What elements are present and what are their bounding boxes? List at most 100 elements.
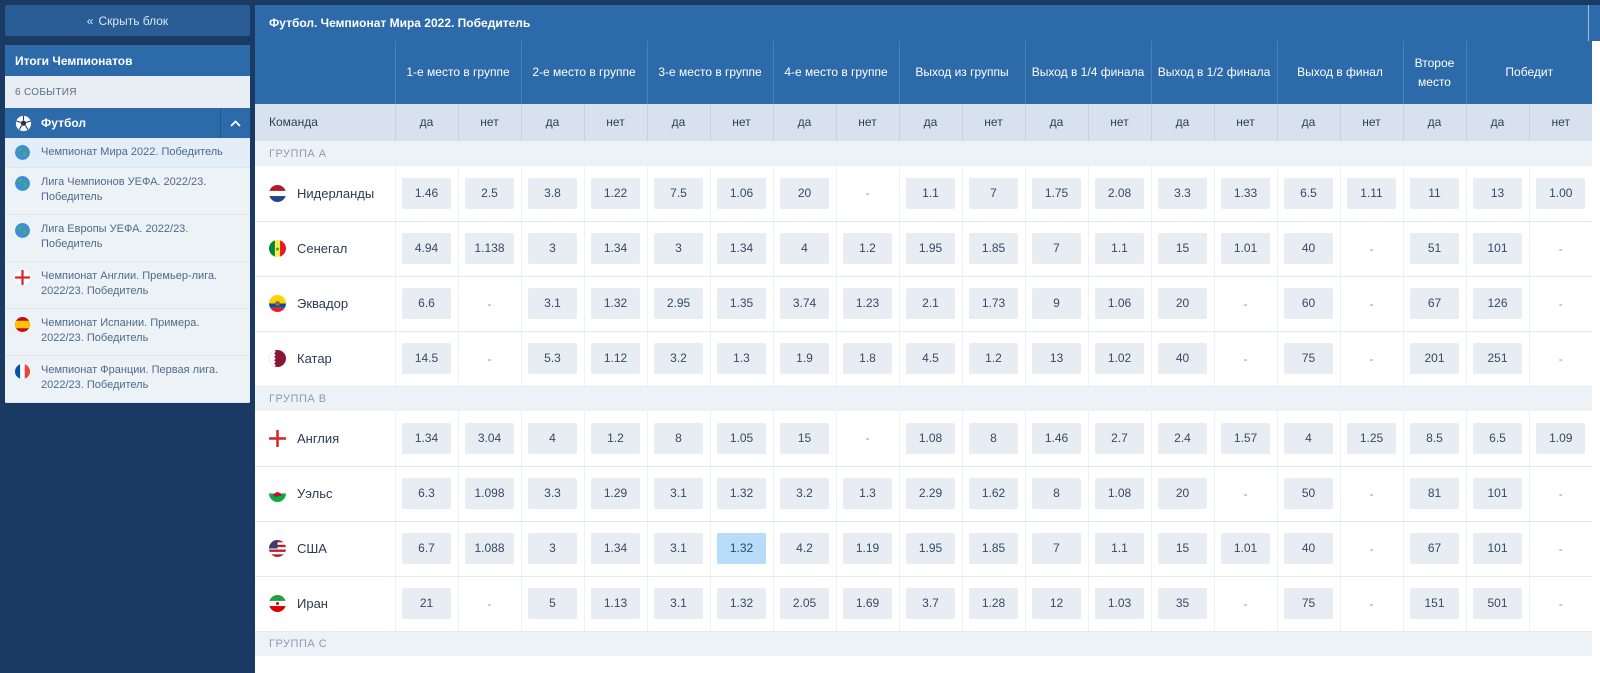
odds-button[interactable]: 15 xyxy=(1158,233,1207,264)
odds-button[interactable]: 40 xyxy=(1158,343,1207,374)
odds-button[interactable]: 1.23 xyxy=(843,288,892,319)
odds-button[interactable]: 1.46 xyxy=(1032,422,1081,454)
odds-button[interactable]: 1.69 xyxy=(843,588,892,619)
odds-button[interactable]: 35 xyxy=(1158,588,1207,619)
odds-button[interactable]: 1.35 xyxy=(717,288,766,319)
odds-button[interactable]: 1.8 xyxy=(843,343,892,374)
odds-button[interactable]: 1.1 xyxy=(1095,233,1144,264)
odds-button[interactable]: 1.32 xyxy=(717,533,766,564)
odds-button[interactable]: 6.7 xyxy=(402,533,451,564)
odds-button[interactable]: 4 xyxy=(780,233,829,264)
odds-button[interactable]: 11 xyxy=(1410,177,1459,209)
odds-button[interactable]: 4.2 xyxy=(780,533,829,564)
odds-button[interactable]: 3.3 xyxy=(528,478,577,509)
odds-button[interactable]: 1.73 xyxy=(969,288,1018,319)
odds-button[interactable]: 12 xyxy=(1032,588,1081,619)
odds-button[interactable]: 2.4 xyxy=(1158,422,1207,454)
odds-button[interactable]: 1.1 xyxy=(906,177,955,209)
odds-button[interactable]: 60 xyxy=(1284,288,1333,319)
odds-button[interactable]: 20 xyxy=(780,177,829,209)
odds-button[interactable]: 15 xyxy=(780,422,829,454)
odds-button[interactable]: 1.34 xyxy=(591,233,640,264)
odds-button[interactable]: 101 xyxy=(1473,533,1522,564)
competition-item[interactable]: Чемпионат Англии. Премьер-лига. 2022/23.… xyxy=(5,262,250,309)
odds-button[interactable]: 1.34 xyxy=(717,233,766,264)
competition-item[interactable]: Чемпионат Мира 2022. Победитель xyxy=(5,138,250,168)
odds-button[interactable]: 2.08 xyxy=(1095,177,1144,209)
odds-button[interactable]: 50 xyxy=(1284,478,1333,509)
odds-button[interactable]: 1.95 xyxy=(906,533,955,564)
odds-button[interactable]: 4 xyxy=(528,422,577,454)
odds-button[interactable]: 1.138 xyxy=(465,233,514,264)
competition-item[interactable]: Лига Европы УЕФА. 2022/23. Победитель xyxy=(5,215,250,262)
odds-button[interactable]: 1.06 xyxy=(1095,288,1144,319)
odds-button[interactable]: 67 xyxy=(1410,288,1459,319)
competition-item[interactable]: Лига Чемпионов УЕФА. 2022/23. Победитель xyxy=(5,168,250,215)
odds-button[interactable]: 3 xyxy=(528,533,577,564)
collapse-toggle[interactable] xyxy=(220,108,250,138)
odds-button[interactable]: 81 xyxy=(1410,478,1459,509)
odds-button[interactable]: 7 xyxy=(969,177,1018,209)
odds-button[interactable]: 3.2 xyxy=(654,343,703,374)
odds-button[interactable]: 5 xyxy=(528,588,577,619)
odds-button[interactable]: 2.95 xyxy=(654,288,703,319)
odds-button[interactable]: 201 xyxy=(1410,343,1459,374)
odds-button[interactable]: 101 xyxy=(1473,478,1522,509)
odds-button[interactable]: 2.05 xyxy=(780,588,829,619)
odds-button[interactable]: 1.75 xyxy=(1032,177,1081,209)
odds-button[interactable]: 7 xyxy=(1032,233,1081,264)
odds-button[interactable]: 8 xyxy=(654,422,703,454)
odds-button[interactable]: 3 xyxy=(528,233,577,264)
odds-button[interactable]: 1.32 xyxy=(717,478,766,509)
odds-button[interactable]: 1.85 xyxy=(969,533,1018,564)
competition-item[interactable]: Чемпионат Франции. Первая лига. 2022/23.… xyxy=(5,356,250,403)
odds-button[interactable]: 2.7 xyxy=(1095,422,1144,454)
odds-button[interactable]: 3.74 xyxy=(780,288,829,319)
odds-button[interactable]: 1.13 xyxy=(591,588,640,619)
odds-button[interactable]: 1.62 xyxy=(969,478,1018,509)
odds-button[interactable]: 3.2 xyxy=(780,478,829,509)
odds-button[interactable]: 1.11 xyxy=(1347,177,1396,209)
hide-block-button[interactable]: « Скрыть блок xyxy=(5,5,250,36)
odds-button[interactable]: 20 xyxy=(1158,478,1207,509)
odds-button[interactable]: 1.22 xyxy=(591,177,640,209)
odds-button[interactable]: 1.2 xyxy=(843,233,892,264)
odds-button[interactable]: 21 xyxy=(402,588,451,619)
odds-button[interactable]: 8 xyxy=(1032,478,1081,509)
odds-button[interactable]: 1.1 xyxy=(1095,533,1144,564)
odds-button[interactable]: 1.03 xyxy=(1095,588,1144,619)
odds-button[interactable]: 251 xyxy=(1473,343,1522,374)
odds-button[interactable]: 1.3 xyxy=(843,478,892,509)
odds-button[interactable]: 2.1 xyxy=(906,288,955,319)
odds-button[interactable]: 1.25 xyxy=(1347,422,1396,454)
odds-button[interactable]: 15 xyxy=(1158,533,1207,564)
odds-button[interactable]: 3.1 xyxy=(528,288,577,319)
odds-button[interactable]: 13 xyxy=(1473,177,1522,209)
odds-button[interactable]: 101 xyxy=(1473,233,1522,264)
odds-button[interactable]: 5.3 xyxy=(528,343,577,374)
odds-button[interactable]: 1.08 xyxy=(906,422,955,454)
odds-button[interactable]: 3.04 xyxy=(465,422,514,454)
odds-button[interactable]: 1.57 xyxy=(1221,422,1270,454)
odds-button[interactable]: 20 xyxy=(1158,288,1207,319)
competition-item[interactable]: Чемпионат Испании. Примера. 2022/23. Поб… xyxy=(5,309,250,356)
odds-button[interactable]: 1.01 xyxy=(1221,233,1270,264)
odds-button[interactable]: 3.1 xyxy=(654,478,703,509)
odds-button[interactable]: 4.5 xyxy=(906,343,955,374)
odds-button[interactable]: 51 xyxy=(1410,233,1459,264)
odds-button[interactable]: 1.08 xyxy=(1095,478,1144,509)
odds-button[interactable]: 40 xyxy=(1284,533,1333,564)
odds-button[interactable]: 1.95 xyxy=(906,233,955,264)
odds-button[interactable]: 1.098 xyxy=(465,478,514,509)
odds-button[interactable]: 1.33 xyxy=(1221,177,1270,209)
odds-button[interactable]: 1.12 xyxy=(591,343,640,374)
odds-button[interactable]: 7 xyxy=(1032,533,1081,564)
odds-button[interactable]: 1.9 xyxy=(780,343,829,374)
odds-button[interactable]: 14.5 xyxy=(402,343,451,374)
odds-button[interactable]: 1.02 xyxy=(1095,343,1144,374)
odds-button[interactable]: 1.19 xyxy=(843,533,892,564)
odds-button[interactable]: 6.5 xyxy=(1473,422,1522,454)
odds-button[interactable]: 8.5 xyxy=(1410,422,1459,454)
odds-button[interactable]: 13 xyxy=(1032,343,1081,374)
odds-button[interactable]: 1.00 xyxy=(1536,177,1586,209)
